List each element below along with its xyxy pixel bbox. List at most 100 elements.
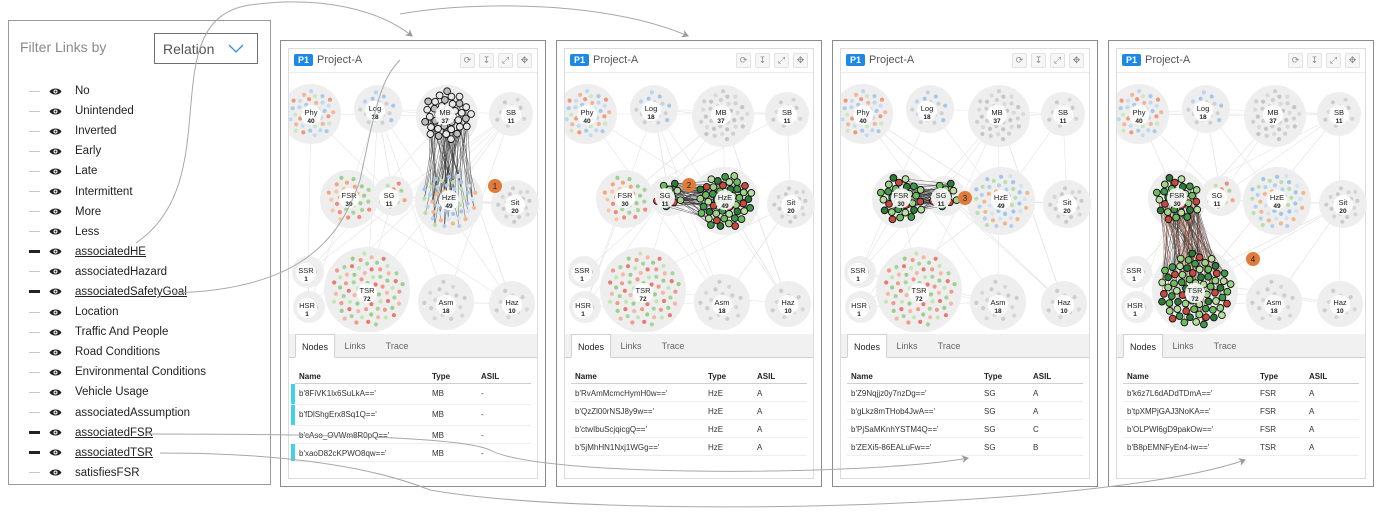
tab-trace[interactable]: Trace: [651, 334, 695, 358]
toggle-dash-icon[interactable]: [29, 472, 40, 474]
filter-item[interactable]: Environmental Conditions: [9, 362, 270, 382]
toggle-dash-icon[interactable]: [29, 191, 40, 193]
network-graph[interactable]: Phy40Log18MB37SB11FSR30SG11HzE49 Sit20SSR…: [1117, 74, 1367, 332]
table-row[interactable]: b'ZEXi5-86EALuFw==' SG B: [847, 438, 1083, 456]
toggle-dash-icon[interactable]: [29, 412, 40, 414]
toggle-dash-icon[interactable]: [29, 391, 40, 393]
toggle-dash-icon[interactable]: [29, 90, 40, 92]
toggle-dash-icon[interactable]: [29, 331, 40, 333]
filter-item[interactable]: associatedHazard: [9, 262, 270, 282]
filter-item[interactable]: Unintended: [9, 101, 270, 121]
eye-icon[interactable]: [49, 468, 62, 477]
filter-item[interactable]: associatedSafetyGoal: [9, 282, 270, 302]
eye-icon[interactable]: [49, 408, 62, 417]
filter-item[interactable]: Vehicle Usage: [9, 382, 270, 402]
table-row[interactable]: b'PjSaMKnhYSTM4Q==' SG C: [847, 420, 1083, 438]
toggle-dash-icon[interactable]: [29, 431, 40, 435]
table-row[interactable]: b'QzZl00rNSJ8y9w==' HzE A: [571, 402, 807, 420]
table-row[interactable]: b'k6z7L6dADdTDmA==' FSR A: [1123, 384, 1359, 402]
network-graph[interactable]: Phy40Log18MB37SB11FSR30SG11HzE49 Sit20SSR…: [289, 74, 539, 332]
filter-item[interactable]: Intermittent: [9, 181, 270, 201]
filter-item[interactable]: No: [9, 81, 270, 101]
toggle-dash-icon[interactable]: [29, 451, 40, 455]
download-icon[interactable]: ↧: [755, 53, 770, 68]
eye-icon[interactable]: [49, 368, 62, 377]
expand-icon[interactable]: ⤢: [1050, 53, 1065, 68]
eye-icon[interactable]: [49, 167, 62, 176]
eye-icon[interactable]: [49, 247, 62, 256]
eye-icon[interactable]: [49, 107, 62, 116]
expand-icon[interactable]: ⤢: [498, 53, 513, 68]
tab-trace[interactable]: Trace: [1203, 334, 1247, 358]
network-graph[interactable]: Phy40Log18MB37SB11FSR30SG11HzE49 Sit20SSR…: [565, 74, 815, 332]
eye-icon[interactable]: [49, 127, 62, 136]
toggle-dash-icon[interactable]: [29, 130, 40, 132]
eye-icon[interactable]: [49, 328, 62, 337]
eye-icon[interactable]: [49, 448, 62, 457]
eye-icon[interactable]: [49, 227, 62, 236]
move-icon[interactable]: ✥: [1345, 53, 1360, 68]
table-row[interactable]: b'Z9Nqjjz0y7nzDg==' SG A: [847, 384, 1083, 402]
filter-item[interactable]: Road Conditions: [9, 342, 270, 362]
eye-icon[interactable]: [49, 308, 62, 317]
download-icon[interactable]: ↧: [479, 53, 494, 68]
filter-item[interactable]: Early: [9, 141, 270, 161]
eye-icon[interactable]: [49, 87, 62, 96]
toggle-dash-icon[interactable]: [29, 150, 40, 152]
eye-icon[interactable]: [49, 388, 62, 397]
eye-icon[interactable]: [49, 287, 62, 296]
refresh-icon[interactable]: ⟳: [460, 53, 475, 68]
table-row[interactable]: b'ctwIbuScjqicgQ==' HzE A: [571, 420, 807, 438]
eye-icon[interactable]: [49, 428, 62, 437]
table-row[interactable]: b'fDlShgErx8Sq1Q==' MB -: [291, 405, 531, 426]
download-icon[interactable]: ↧: [1307, 53, 1322, 68]
table-row[interactable]: b'RvAmMcmcHymH0w==' HzE A: [571, 384, 807, 402]
table-row[interactable]: b'xaoD82cKPWO8qw==' MB -: [291, 444, 531, 462]
toggle-dash-icon[interactable]: [29, 250, 40, 254]
filter-item[interactable]: satisfiesFSR: [9, 463, 270, 483]
toggle-dash-icon[interactable]: [29, 271, 40, 273]
tab-nodes[interactable]: Nodes: [295, 334, 335, 358]
toggle-dash-icon[interactable]: [29, 211, 40, 213]
filter-item[interactable]: associatedHE: [9, 242, 270, 262]
tab-trace[interactable]: Trace: [927, 334, 971, 358]
move-icon[interactable]: ✥: [1069, 53, 1084, 68]
filter-item[interactable]: Location: [9, 302, 270, 322]
toggle-dash-icon[interactable]: [29, 311, 40, 313]
filter-item[interactable]: More: [9, 202, 270, 222]
filter-item[interactable]: associatedTSR: [9, 443, 270, 463]
toggle-dash-icon[interactable]: [29, 231, 40, 233]
tab-links[interactable]: Links: [335, 334, 375, 358]
tab-trace[interactable]: Trace: [375, 334, 419, 358]
filter-item[interactable]: Less: [9, 222, 270, 242]
tab-nodes[interactable]: Nodes: [847, 334, 887, 358]
tab-links[interactable]: Links: [611, 334, 651, 358]
eye-icon[interactable]: [49, 147, 62, 156]
tab-nodes[interactable]: Nodes: [571, 334, 611, 358]
eye-icon[interactable]: [49, 207, 62, 216]
move-icon[interactable]: ✥: [517, 53, 532, 68]
table-row[interactable]: b'OLPWl6gD9pakOw==' FSR A: [1123, 420, 1359, 438]
eye-icon[interactable]: [49, 187, 62, 196]
refresh-icon[interactable]: ⟳: [1012, 53, 1027, 68]
refresh-icon[interactable]: ⟳: [1288, 53, 1303, 68]
download-icon[interactable]: ↧: [1031, 53, 1046, 68]
toggle-dash-icon[interactable]: [29, 170, 40, 172]
toggle-dash-icon[interactable]: [29, 290, 40, 294]
filter-item[interactable]: associatedAssumption: [9, 403, 270, 423]
expand-icon[interactable]: ⤢: [774, 53, 789, 68]
table-row[interactable]: b'5jMhHN1Nxj1WGg==' HzE A: [571, 438, 807, 456]
relation-dropdown[interactable]: Relation: [154, 33, 258, 64]
table-row[interactable]: b'cAso_OVWm8R0pQ==' MB -: [295, 426, 531, 444]
filter-item[interactable]: Traffic And People: [9, 322, 270, 342]
table-row[interactable]: b'B8pEMNFyEn4-iw==' TSR A: [1123, 438, 1359, 456]
table-row[interactable]: b'tpXMPjGAJ3NoKA==' FSR A: [1123, 402, 1359, 420]
filter-item[interactable]: Inverted: [9, 121, 270, 141]
move-icon[interactable]: ✥: [793, 53, 808, 68]
tab-links[interactable]: Links: [1163, 334, 1203, 358]
expand-icon[interactable]: ⤢: [1326, 53, 1341, 68]
table-row[interactable]: b'gLkz8mTHob4JwA==' SG A: [847, 402, 1083, 420]
eye-icon[interactable]: [49, 348, 62, 357]
network-graph[interactable]: Phy40Log18MB37SB11FSR30SG11HzE49 Sit20SSR…: [841, 74, 1091, 332]
toggle-dash-icon[interactable]: [29, 110, 40, 112]
